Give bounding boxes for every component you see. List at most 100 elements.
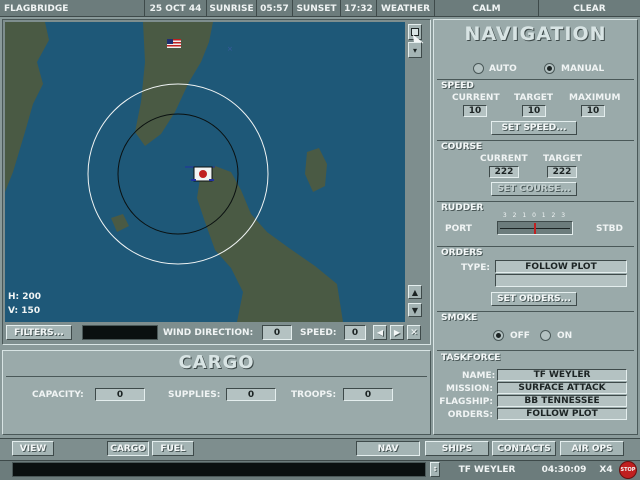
rudder-gauge[interactable] [497,221,573,235]
message-box [12,462,426,477]
troops-field: 0 [343,388,393,401]
time-scale[interactable]: x4 [598,465,614,475]
updown-icon: ↕ [432,465,438,473]
tf-name-field: TF WEYLER [497,369,627,381]
sky-condition: CLEAR [538,0,640,17]
tf-name-label: NAME: [462,371,496,381]
wind-direction-label: WIND DIRECTION: [163,328,254,338]
orders-type-label: TYPE: [461,263,490,273]
manual-radio[interactable] [544,63,555,74]
tab-air-ops[interactable]: AIR OPS [560,441,624,456]
tab-view[interactable]: VIEW [12,441,54,456]
course-target-field: 222 [547,166,577,178]
navigation-title: NAVIGATION [464,23,607,45]
top-bar: FLAGBRIDGE 25 OCT 44 SUNRISE 05:57 SUNSE… [0,0,640,17]
visibility-readout: V: 150 [8,306,41,316]
speed-maximum-field: 10 [581,105,605,117]
tab-contacts[interactable]: CONTACTS [492,441,556,456]
sunrise-time: 05:57 [256,0,292,17]
arrow-down-icon: ▼ [411,305,419,315]
us-flag-icon [167,39,181,48]
course-target-label: TARGET [543,154,583,164]
svg-text:×: × [227,45,233,53]
speed-target-label: TARGET [514,93,554,103]
speed-current-field: 10 [463,105,487,117]
cargo-divider [6,376,427,377]
wind-speed-field: 0 [344,325,366,340]
smoke-off-radio[interactable] [493,330,504,341]
set-orders-button[interactable]: SET ORDERS... [491,292,577,306]
sunset-label: SUNSET [292,0,340,17]
tf-mission-field: SURFACE ATTACK [497,382,627,394]
supplies-field: 0 [226,388,276,401]
scroll-up-button[interactable]: ▲ [408,285,422,299]
cargo-title: CARGO [178,352,255,373]
taskforce-section-title: TASKFORCE [441,353,501,363]
tactical-map[interactable]: × H: 200 V: 150 [5,22,405,322]
speed-target-field: 10 [522,105,546,117]
arrow-left-icon: ◀ [376,328,384,337]
status-taskforce: TF WEYLER [458,465,516,475]
rudder-indicator [534,223,536,234]
tf-mission-label: MISSION: [446,384,493,394]
wind-direction-field: 0 [262,325,292,340]
height-readout: H: 200 [8,292,42,302]
sunset-time: 17:32 [340,0,376,17]
tf-orders-field: FOLLOW PLOT [497,408,627,420]
rudder-section-title: RUDDER [441,203,484,213]
app-title: FLAGBRIDGE [4,3,69,14]
chevron-down-icon: ▾ [412,45,417,55]
speed-current-label: CURRENT [452,93,500,103]
orders-extra-field [495,274,627,287]
close-map-button[interactable]: ✕ [407,325,421,340]
rudder-scale-label: 3 2 1 0 1 2 3 [502,212,568,219]
course-current-label: CURRENT [480,154,528,164]
map-svg: × [5,22,405,322]
tf-orders-label: ORDERS: [447,410,493,420]
speed-maximum-label: MAXIMUM [569,93,621,103]
tf-flagship-field: BB TENNESSEE [497,395,627,407]
status-clock: 04:30:09 [541,465,587,475]
sea-state: CALM [434,0,538,17]
status-scroll-button[interactable]: ↕ [430,462,440,477]
tab-cargo[interactable]: CARGO [107,441,149,456]
set-course-button[interactable]: SET COURSE... [491,182,577,196]
troops-label: TROOPS: [291,390,337,400]
tab-fuel[interactable]: FUEL [152,441,194,456]
stop-label: STOP [620,467,636,473]
scroll-down-button[interactable]: ▼ [408,303,422,317]
course-current-field: 222 [489,166,519,178]
set-speed-button[interactable]: SET SPEED... [491,121,577,135]
smoke-section-title: SMOKE [441,313,478,323]
auto-radio[interactable] [473,63,484,74]
auto-label: AUTO [489,64,517,74]
smoke-on-label: ON [557,331,573,341]
capacity-field: 0 [95,388,145,401]
map-scroll-up-button[interactable]: ▾ [408,42,422,58]
tab-nav[interactable]: NAV [356,441,420,456]
manual-label: MANUAL [561,64,605,74]
speed-section-title: SPEED [441,81,474,91]
orders-section-title: ORDERS [441,248,483,258]
close-icon: ✕ [410,327,418,338]
capacity-label: CAPACITY: [32,390,84,400]
speed-label: SPEED: [300,328,337,338]
rudder-port-label: PORT [445,224,472,234]
tf-flagship-label: FLAGSHIP: [439,397,493,407]
sunrise-label: SUNRISE [206,0,256,17]
filters-button[interactable]: FILTERS... [6,325,72,340]
arrow-right-icon: ▶ [393,328,401,337]
stop-button[interactable]: STOP [619,461,637,479]
arrow-up-icon: ▲ [411,287,419,297]
nav-next-button[interactable]: ▶ [390,325,404,340]
smoke-on-radio[interactable] [540,330,551,341]
orders-type-field: FOLLOW PLOT [495,260,627,273]
supplies-label: SUPPLIES: [168,390,221,400]
nav-prev-button[interactable]: ◀ [373,325,387,340]
map-status-box [82,325,158,340]
smoke-off-label: OFF [510,331,530,341]
course-section-title: COURSE [441,142,483,152]
rudder-stbd-label: STBD [596,224,623,234]
date-display: 25 OCT 44 [144,0,206,17]
tab-ships[interactable]: SHIPS [425,441,489,456]
